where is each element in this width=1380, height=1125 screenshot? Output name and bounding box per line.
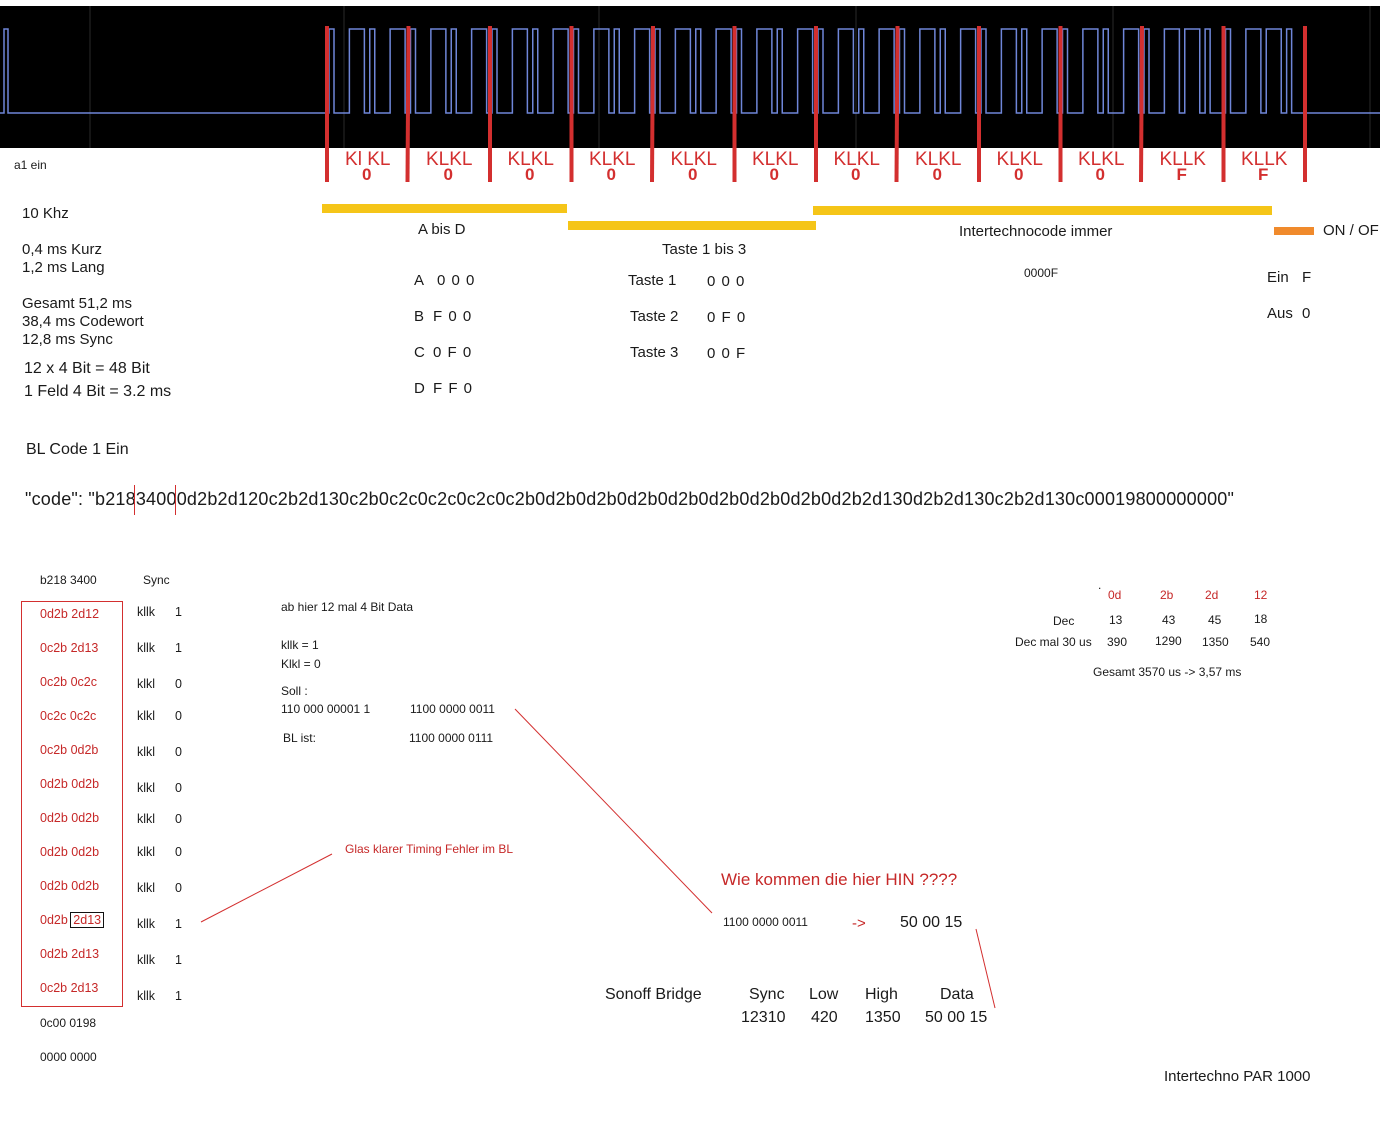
sonoff-col-low-value: 420	[811, 1009, 838, 1026]
dec-head-3: 12	[1254, 588, 1268, 602]
sonoff-col-sync-value: 12310	[741, 1009, 786, 1026]
mal-value-2: 1350	[1202, 635, 1229, 649]
dec-value-1: 43	[1162, 613, 1176, 627]
mal-row-label: Dec mal 30 us	[1015, 635, 1092, 649]
footer-label: Intertechno PAR 1000	[1164, 1068, 1311, 1085]
sonoff-col-high-value: 1350	[865, 1009, 901, 1026]
dec-total: Gesamt 3570 us -> 3,57 ms	[1093, 665, 1242, 679]
mal-value-3: 540	[1250, 635, 1271, 649]
dec-value-0: 13	[1109, 613, 1123, 627]
sonoff-col-low-head: Low	[809, 986, 839, 1003]
dec-head-0: 0d	[1108, 588, 1122, 602]
sonoff-col-high-head: High	[865, 986, 898, 1003]
sonoff-label: Sonoff Bridge	[605, 986, 702, 1003]
dec-head-2: 2d	[1205, 588, 1219, 602]
mal-value-1: 1290	[1155, 634, 1182, 648]
mal-value-0: 390	[1107, 635, 1128, 649]
sonoff-col-sync-head: Sync	[749, 986, 785, 1003]
dec-value-2: 45	[1208, 613, 1222, 627]
dec-head-1: 2b	[1160, 588, 1174, 602]
dec-value-3: 18	[1254, 612, 1268, 626]
dec-table-dot: .	[1098, 578, 1102, 592]
sonoff-col-data-value: 50 00 15	[925, 1009, 988, 1026]
dec-row-label: Dec	[1053, 614, 1075, 628]
sonoff-col-data-head: Data	[940, 986, 974, 1003]
annotation-lines	[200, 708, 996, 1009]
